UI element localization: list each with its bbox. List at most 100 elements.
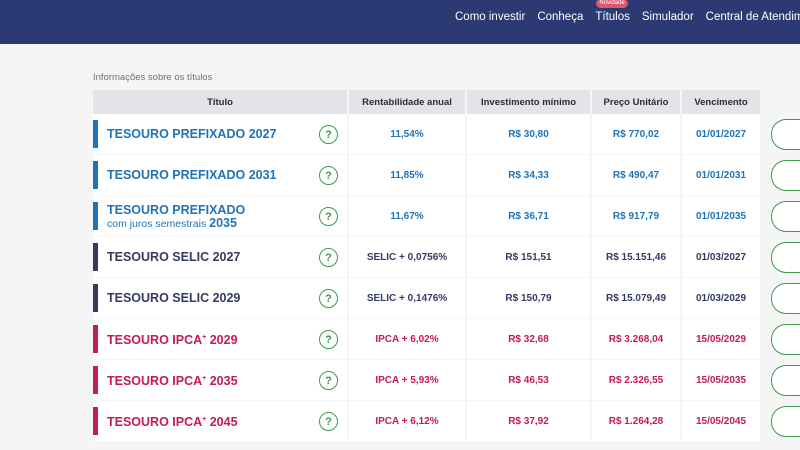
minimum-investment-cell: R$ 36,71 bbox=[467, 196, 590, 236]
title-name[interactable]: TESOURO IPCA+ 2035 bbox=[107, 360, 238, 400]
minimum-investment-cell: R$ 37,92 bbox=[467, 401, 590, 441]
unit-price-cell: R$ 917,79 bbox=[592, 196, 680, 236]
title-main-line: TESOURO PREFIXADO 2031 bbox=[107, 168, 277, 182]
maturity-cell: 01/01/2027 bbox=[682, 114, 760, 154]
maturity-cell: 01/03/2029 bbox=[682, 278, 760, 318]
nav-central-de-atendimento[interactable]: Central de Atendimen bbox=[706, 11, 800, 23]
invest-button[interactable] bbox=[771, 283, 800, 314]
rate-cell: 11,85% bbox=[349, 155, 465, 195]
table-row: TESOURO IPCA+ 2029? IPCA + 6,02% R$ 32,68 R… bbox=[93, 319, 800, 360]
nav-como-investir[interactable]: Como investir bbox=[455, 11, 525, 23]
table-row: TESOURO PREFIXADO 2031? 11,85% R$ 34,33 R$ … bbox=[93, 155, 800, 196]
title-sub-line: com juros semestrais 2035 bbox=[107, 215, 245, 230]
help-question-icon[interactable]: ? bbox=[319, 289, 338, 308]
invest-button[interactable] bbox=[771, 160, 800, 191]
help-question-icon[interactable]: ? bbox=[319, 412, 338, 431]
unit-price-cell: R$ 15.079,49 bbox=[592, 278, 680, 318]
title-year: 2035 bbox=[209, 215, 237, 230]
help-question-icon[interactable]: ? bbox=[319, 330, 338, 349]
unit-price-cell: R$ 490,47 bbox=[592, 155, 680, 195]
category-color-bar bbox=[93, 161, 98, 189]
novidade-badge: Novidade bbox=[596, 0, 628, 8]
title-cell: TESOURO PREFIXADO com juros semestrais 20… bbox=[93, 196, 347, 236]
title-label: TESOURO SELIC bbox=[107, 250, 210, 264]
section-label: Informações sobre os títulos bbox=[93, 72, 213, 83]
help-question-icon[interactable]: ? bbox=[319, 207, 338, 226]
title-cell: TESOURO PREFIXADO 2031? bbox=[93, 155, 347, 195]
invest-button[interactable] bbox=[771, 201, 800, 232]
minimum-investment-cell: R$ 30,80 bbox=[467, 114, 590, 154]
category-color-bar bbox=[93, 120, 98, 148]
nav-conheca[interactable]: Conheça bbox=[537, 11, 583, 23]
nav-titulos-label: Títulos bbox=[595, 11, 630, 23]
invest-button[interactable] bbox=[771, 119, 800, 150]
rate-cell: IPCA + 6,12% bbox=[349, 401, 465, 441]
title-main-line: TESOURO SELIC 2027 bbox=[107, 250, 240, 264]
title-plus-sup: + bbox=[202, 374, 207, 382]
invest-button[interactable] bbox=[771, 242, 800, 273]
header-vencimento: Vencimento bbox=[682, 90, 760, 114]
table-row: TESOURO IPCA+ 2045? IPCA + 6,12% R$ 37,92 R… bbox=[93, 401, 800, 442]
title-cell: TESOURO IPCA+ 2045? bbox=[93, 401, 347, 441]
top-navigation-bar: Como investir Conheça Novidade Títulos S… bbox=[0, 0, 800, 44]
title-name[interactable]: TESOURO IPCA+ 2045 bbox=[107, 401, 238, 441]
help-question-icon[interactable]: ? bbox=[319, 125, 338, 144]
table-header: Título Rentabilidade anual Investimento … bbox=[93, 90, 800, 114]
nav-simulador[interactable]: Simulador bbox=[642, 11, 694, 23]
title-label: TESOURO IPCA bbox=[107, 374, 203, 389]
maturity-cell: 15/05/2029 bbox=[682, 319, 760, 359]
title-label: TESOURO PREFIXADO bbox=[107, 127, 246, 141]
minimum-investment-cell: R$ 46,53 bbox=[467, 360, 590, 400]
category-color-bar bbox=[93, 243, 98, 271]
title-year: 2027 bbox=[248, 127, 277, 141]
unit-price-cell: R$ 770,02 bbox=[592, 114, 680, 154]
table-body: TESOURO PREFIXADO 2027? 11,54% R$ 30,80 R$ … bbox=[93, 114, 800, 442]
invest-button[interactable] bbox=[771, 324, 800, 355]
rate-cell: SELIC + 0,1476% bbox=[349, 278, 465, 318]
category-color-bar bbox=[93, 366, 98, 394]
nav-titulos[interactable]: Novidade Títulos bbox=[595, 0, 630, 23]
title-cell: TESOURO SELIC 2027? bbox=[93, 237, 347, 277]
title-label: TESOURO SELIC bbox=[107, 291, 210, 305]
title-main-line: TESOURO PREFIXADO 2027 bbox=[107, 127, 277, 141]
title-plus-sup: + bbox=[202, 415, 207, 423]
header-titulo: Título bbox=[93, 90, 347, 114]
title-cell: TESOURO PREFIXADO 2027? bbox=[93, 114, 347, 154]
maturity-cell: 15/05/2045 bbox=[682, 401, 760, 441]
title-year: 2045 bbox=[209, 415, 238, 430]
table-row: TESOURO SELIC 2029? SELIC + 0,1476% R$ 150… bbox=[93, 278, 800, 319]
title-label: TESOURO PREFIXADO bbox=[107, 168, 246, 182]
table-row: TESOURO PREFIXADO com juros semestrais 20… bbox=[93, 196, 800, 237]
minimum-investment-cell: R$ 151,51 bbox=[467, 237, 590, 277]
header-rentabilidade: Rentabilidade anual bbox=[349, 90, 465, 114]
title-year: 2027 bbox=[212, 250, 241, 264]
title-cell: TESOURO SELIC 2029? bbox=[93, 278, 347, 318]
table-row: TESOURO SELIC 2027? SELIC + 0,0756% R$ 151… bbox=[93, 237, 800, 278]
title-name[interactable]: TESOURO IPCA+ 2029 bbox=[107, 319, 238, 359]
title-main-line: TESOURO IPCA+ 2035 bbox=[107, 372, 238, 388]
title-main-line: TESOURO PREFIXADO bbox=[107, 203, 245, 217]
help-question-icon[interactable]: ? bbox=[319, 166, 338, 185]
header-preco-unitario: Preço Unitário bbox=[592, 90, 680, 114]
title-name[interactable]: TESOURO PREFIXADO com juros semestrais 20… bbox=[107, 196, 245, 236]
invest-button[interactable] bbox=[771, 365, 800, 396]
title-main-line: TESOURO SELIC 2029 bbox=[107, 291, 240, 305]
maturity-cell: 01/01/2031 bbox=[682, 155, 760, 195]
minimum-investment-cell: R$ 32,68 bbox=[467, 319, 590, 359]
unit-price-cell: R$ 1.264,28 bbox=[592, 401, 680, 441]
title-label: TESOURO PREFIXADO bbox=[107, 202, 246, 217]
title-name[interactable]: TESOURO SELIC 2029 bbox=[107, 278, 240, 318]
title-year: 2029 bbox=[212, 291, 241, 305]
rate-cell: 11,67% bbox=[349, 196, 465, 236]
category-color-bar bbox=[93, 407, 98, 435]
help-question-icon[interactable]: ? bbox=[319, 371, 338, 390]
invest-button[interactable] bbox=[771, 406, 800, 437]
title-name[interactable]: TESOURO PREFIXADO 2031 bbox=[107, 155, 277, 195]
title-cell: TESOURO IPCA+ 2029? bbox=[93, 319, 347, 359]
rate-cell: IPCA + 6,02% bbox=[349, 319, 465, 359]
title-name[interactable]: TESOURO SELIC 2027 bbox=[107, 237, 240, 277]
title-name[interactable]: TESOURO PREFIXADO 2027 bbox=[107, 114, 277, 154]
unit-price-cell: R$ 2.326,55 bbox=[592, 360, 680, 400]
help-question-icon[interactable]: ? bbox=[319, 248, 338, 267]
rate-cell: 11,54% bbox=[349, 114, 465, 154]
